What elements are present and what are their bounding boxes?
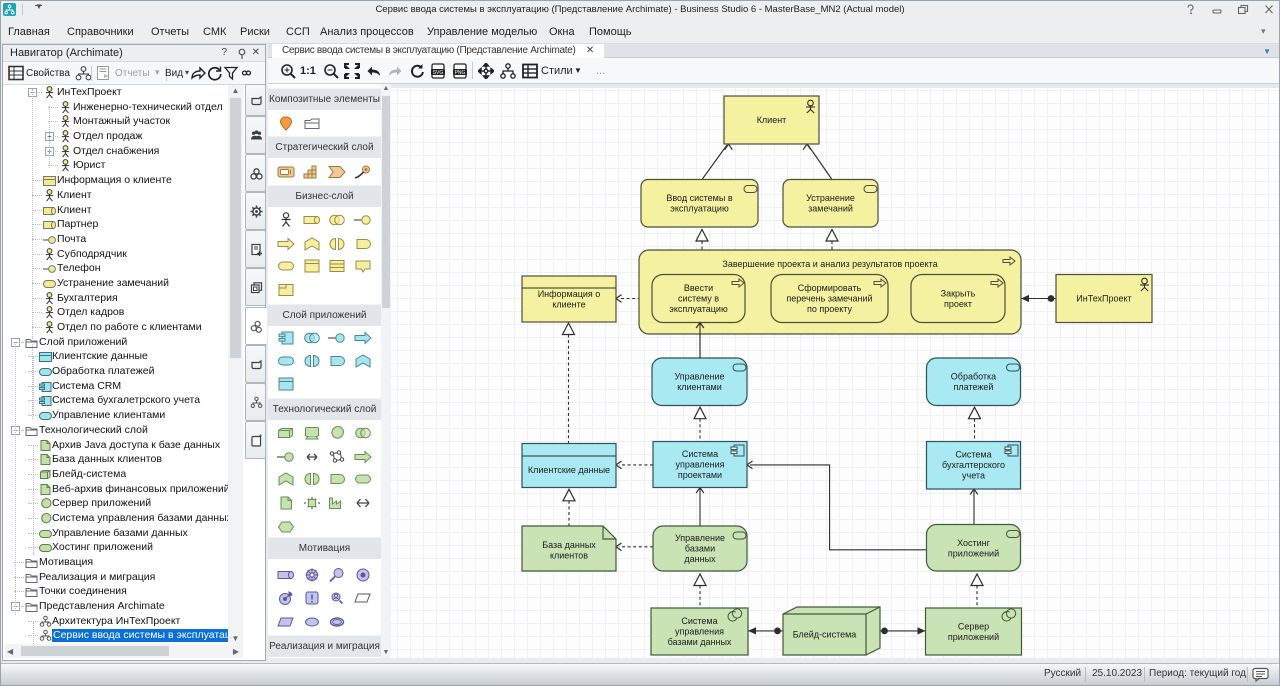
svg-text:Закрыть: Закрыть: [941, 288, 976, 298]
svg-text:приложений: приложений: [948, 548, 999, 558]
svg-text:Хостинг: Хостинг: [957, 538, 991, 548]
svg-text:платежей: платежей: [954, 382, 994, 392]
svg-text:базами: базами: [685, 544, 715, 554]
svg-text:Клиентские данные: Клиентские данные: [528, 465, 610, 475]
svg-text:Устранение: Устранение: [806, 193, 855, 203]
svg-text:замечаний: замечаний: [808, 203, 853, 213]
svg-text:эксплуатацию: эксплуатацию: [669, 304, 728, 314]
svg-text:проект: проект: [944, 299, 972, 309]
svg-text:Сформировать: Сформировать: [798, 283, 862, 293]
svg-text:Сервер: Сервер: [958, 621, 989, 631]
svg-text:Система: Система: [955, 450, 991, 460]
svg-text:приложений: приложений: [948, 632, 999, 642]
svg-text:SVG: SVG: [433, 70, 444, 76]
svg-text:ИнТехПроект: ИнТехПроект: [1076, 294, 1131, 304]
svg-text:клиентов: клиентов: [550, 550, 588, 560]
svg-text:управления: управления: [675, 627, 724, 637]
svg-text:систему в: систему в: [678, 294, 719, 304]
svg-text:Клиент: Клиент: [757, 115, 787, 125]
svg-text:учета: учета: [962, 471, 985, 481]
svg-text:Ввести: Ввести: [684, 283, 713, 293]
svg-text:перечень замечаний: перечень замечаний: [786, 294, 872, 304]
svg-text:данных: данных: [684, 554, 716, 564]
svg-text:управления: управления: [675, 460, 724, 470]
svg-text:бухгалтерского: бухгалтерского: [942, 460, 1005, 470]
svg-text:Обработка: Обработка: [951, 371, 996, 381]
svg-text:PNG: PNG: [455, 70, 466, 76]
svg-text:Завершение проекта и анализ ре: Завершение проекта и анализ результатов …: [722, 259, 937, 269]
svg-text:Ввод системы в: Ввод системы в: [666, 193, 732, 203]
svg-text:Информация о: Информация о: [538, 289, 601, 299]
svg-text:Управление: Управление: [674, 371, 724, 381]
svg-text:Блейд-система: Блейд-система: [793, 630, 857, 640]
svg-text:по проекту: по проекту: [807, 304, 853, 314]
svg-text:клиенте: клиенте: [552, 299, 585, 309]
svg-text:эксплуатацию: эксплуатацию: [670, 203, 729, 213]
svg-text:клиентами: клиентами: [677, 382, 722, 392]
svg-text:*: *: [259, 434, 262, 442]
svg-text:проектами: проектами: [678, 470, 722, 480]
svg-text:Управление: Управление: [675, 533, 725, 543]
svg-text:базами данных: базами данных: [668, 637, 732, 647]
svg-text:Система: Система: [681, 616, 717, 626]
svg-text:База данных: База данных: [542, 540, 596, 550]
svg-text:Система: Система: [682, 449, 718, 459]
